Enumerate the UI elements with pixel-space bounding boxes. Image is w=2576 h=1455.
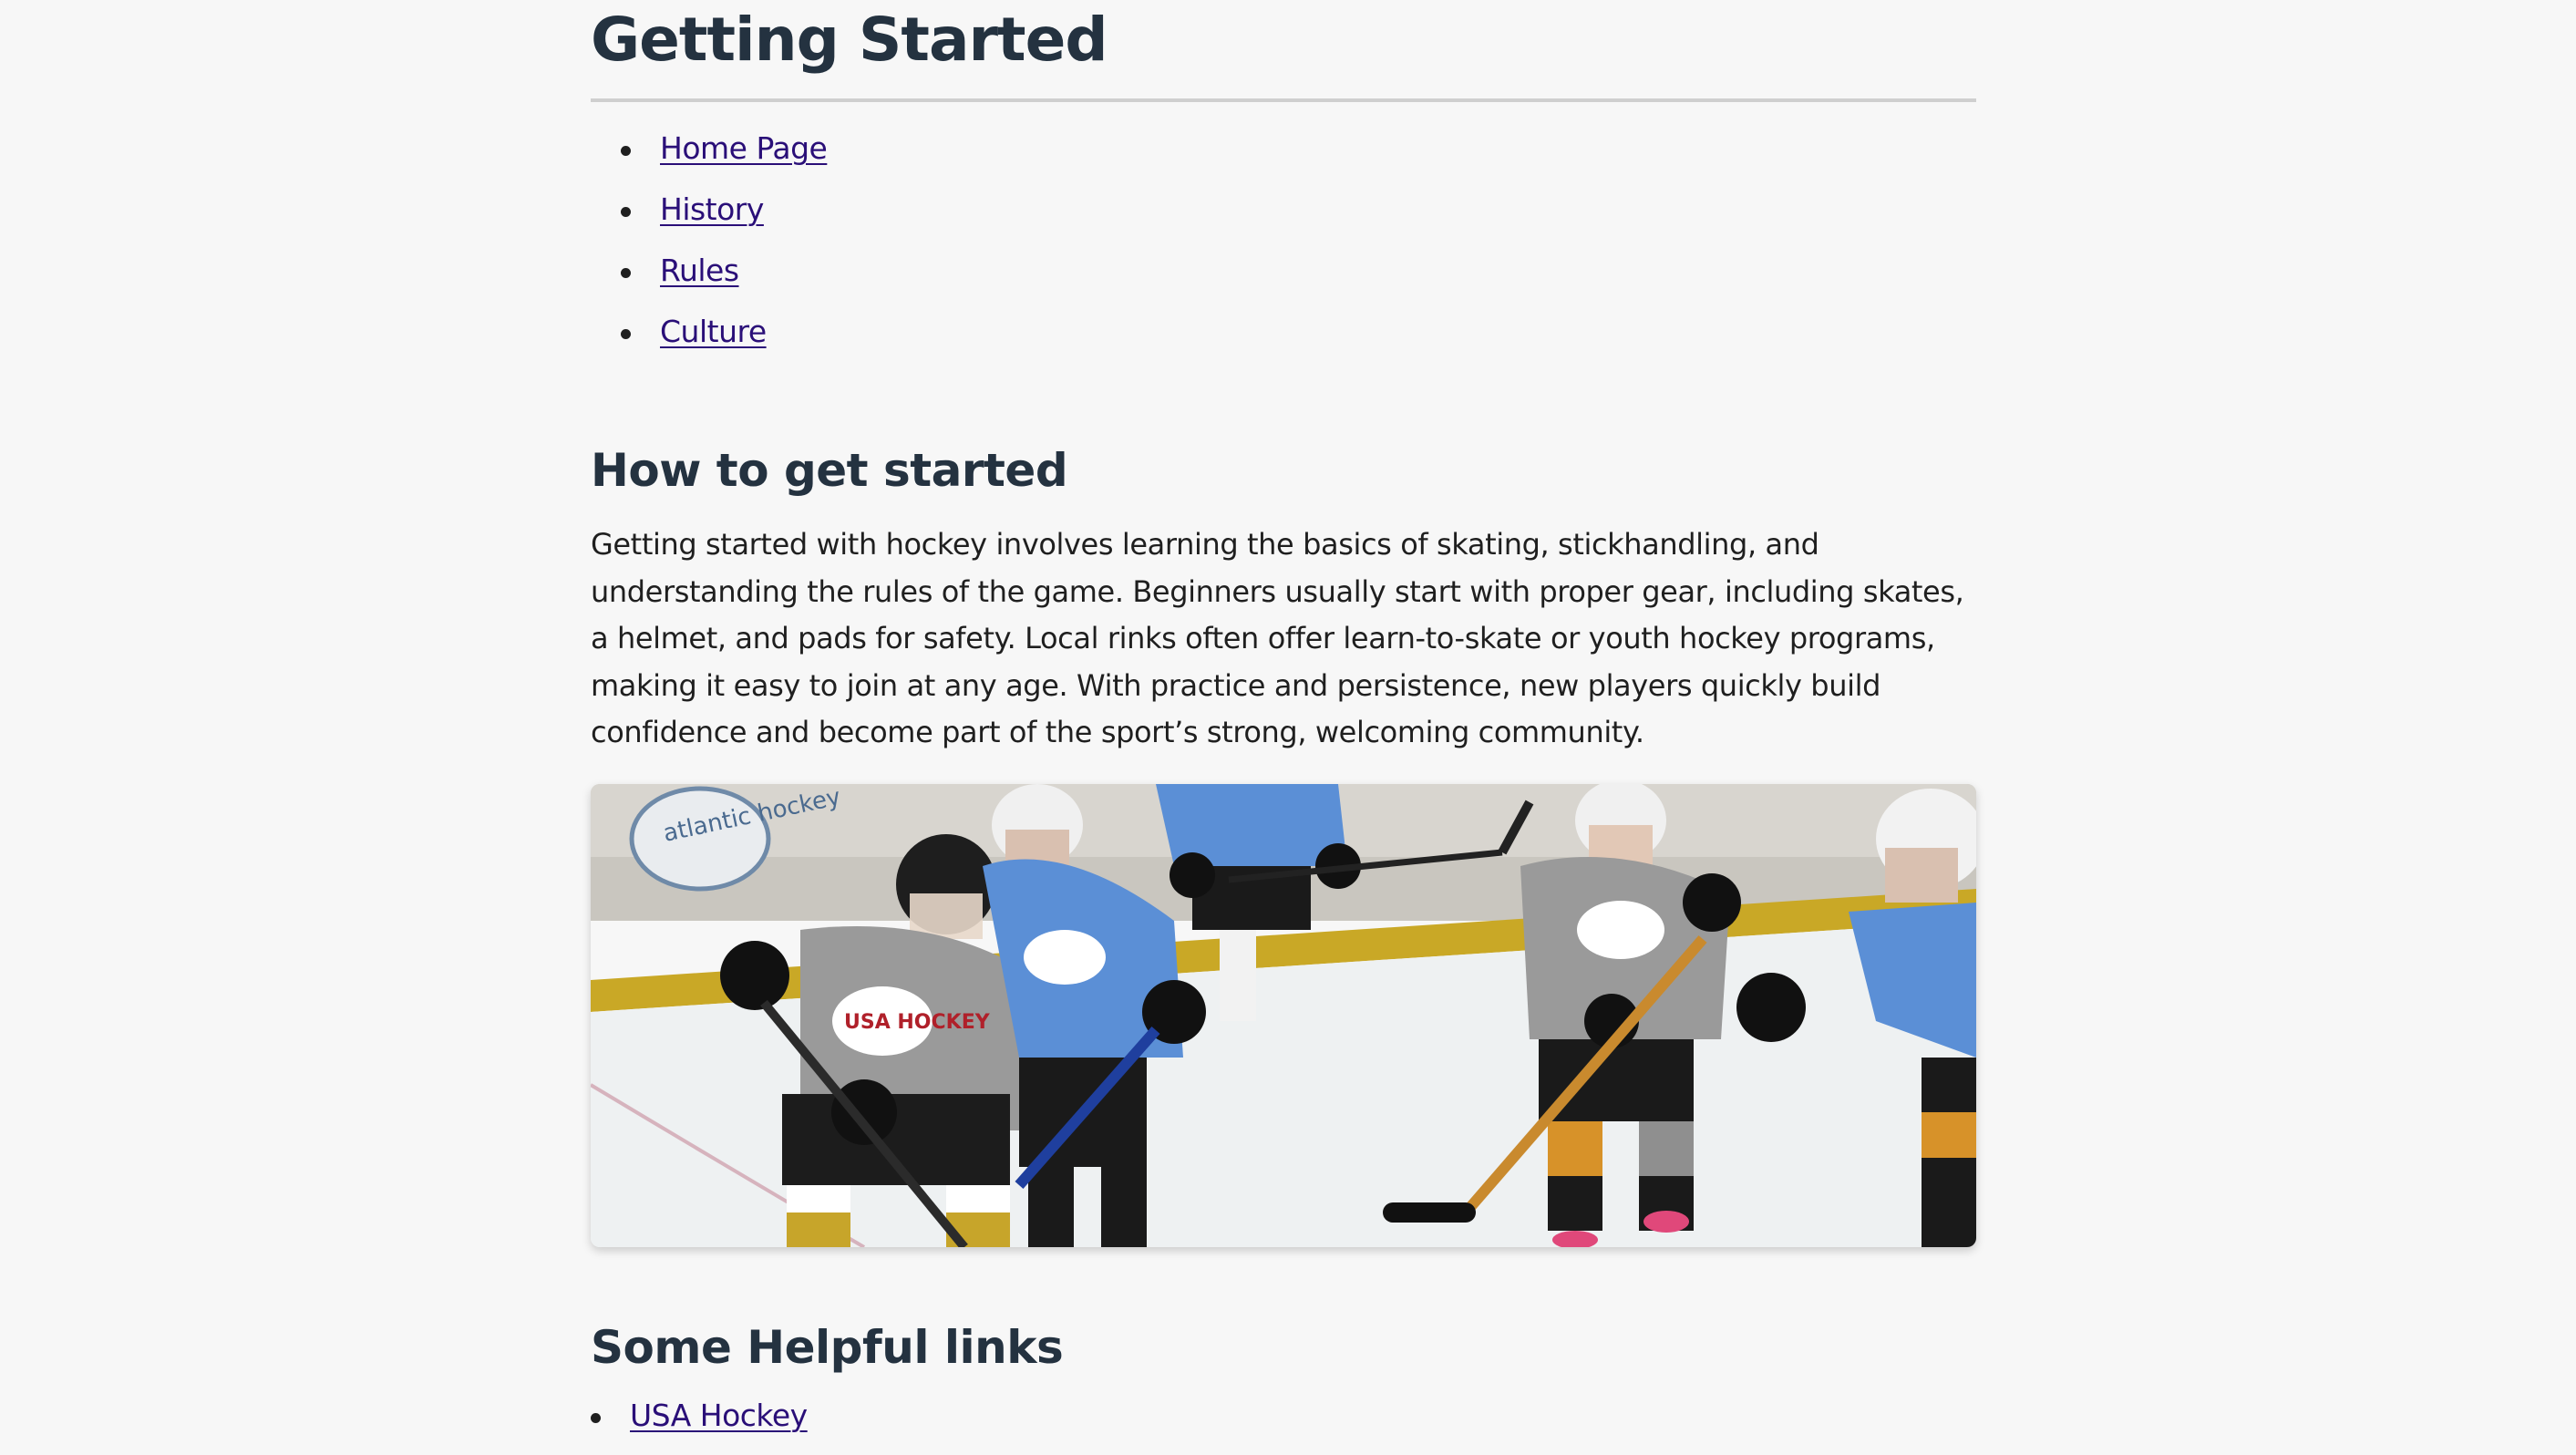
link-usa-hockey[interactable]: USA Hockey [630, 1393, 808, 1439]
page-content: Getting Started Home Page History Rules … [591, 0, 1976, 1448]
page-nav-list: Home Page History Rules Culture [591, 126, 1976, 370]
intro-paragraph: Getting started with hockey involves lea… [591, 527, 1964, 749]
nav-item-history: History [621, 187, 1976, 248]
nav-item-rules: Rules [621, 248, 1976, 309]
helpful-links-heading: Some Helpful links [591, 1320, 1064, 1374]
bullet-icon [591, 1412, 601, 1423]
jersey-text-left: USA HOCKEY [844, 1011, 991, 1034]
how-to-get-started-heading: How to get started [591, 444, 1068, 497]
nav-link-history[interactable]: History [660, 187, 764, 232]
bullet-icon [621, 146, 631, 156]
helpful-links-list: USA Hockey [591, 1393, 1976, 1448]
nav-link-home-page[interactable]: Home Page [660, 126, 828, 171]
bullet-icon [621, 329, 631, 339]
nav-item-culture: Culture [621, 309, 1976, 370]
bullet-icon [621, 268, 631, 278]
youth-hockey-photo: atlantic hockey USA HOCKEY [591, 783, 1976, 1247]
nav-link-rules[interactable]: Rules [660, 248, 739, 294]
youth-hockey-illustration: atlantic hockey USA HOCKEY [591, 783, 1976, 1247]
title-divider [591, 98, 1976, 102]
page-title: Getting Started [591, 5, 1108, 75]
bullet-icon [621, 207, 631, 217]
nav-link-culture[interactable]: Culture [660, 309, 767, 355]
helpful-link-item: USA Hockey [591, 1393, 1976, 1448]
nav-item-home: Home Page [621, 126, 1976, 187]
